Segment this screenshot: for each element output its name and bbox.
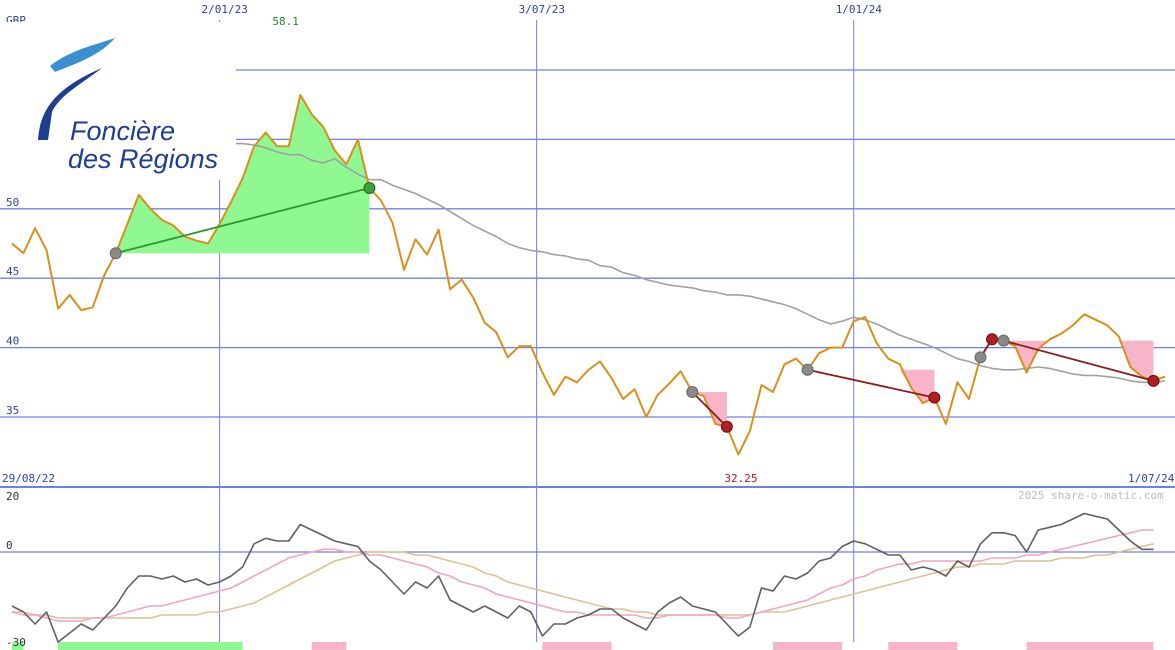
y-tick-label: 50 xyxy=(6,196,19,209)
histogram-loss-bar xyxy=(311,642,347,650)
company-logo: Foncière des Régions xyxy=(0,22,236,180)
oscillator-panel xyxy=(0,512,1175,650)
range-end-label: 1/07/24 xyxy=(1128,472,1175,485)
top-date-label: 2/01/23 xyxy=(202,3,248,16)
y-tick-label: 35 xyxy=(6,404,19,417)
trade-exit-marker xyxy=(720,420,733,433)
y-tick-label: 45 xyxy=(6,265,19,278)
histogram-gain-bar xyxy=(58,642,243,650)
trade-exit-marker xyxy=(1147,374,1160,387)
max-value-annotation: 58.1 xyxy=(272,15,299,28)
trade-entry-marker xyxy=(801,363,814,376)
osc-tick-label: 20 xyxy=(6,490,19,503)
histogram-loss-bar xyxy=(888,642,958,650)
trade-entry-marker xyxy=(686,386,699,399)
histogram-loss-bar xyxy=(772,642,843,650)
logo-line-2: des Régions xyxy=(68,144,218,174)
min-value-annotation: 32.25 xyxy=(724,472,757,485)
stock-chart: 3540455055602/01/233/07/231/01/24GBP29/0… xyxy=(0,3,1175,650)
osc-tick-label: -30 xyxy=(6,636,26,649)
trade-entry-marker xyxy=(997,334,1010,347)
oscillator-line xyxy=(11,512,1154,643)
trade-exit-marker xyxy=(363,181,376,194)
top-date-label: 1/01/24 xyxy=(836,3,883,16)
range-start-label: 29/08/22 xyxy=(2,472,55,485)
histogram-loss-bar xyxy=(1026,642,1154,650)
logo-line-1: Foncière xyxy=(70,116,175,146)
trade-entry-marker xyxy=(109,247,122,260)
osc-tick-label: 0 xyxy=(6,539,13,552)
trade-exit-marker xyxy=(986,333,999,346)
trade-fills xyxy=(115,95,1154,427)
histogram-loss-bar xyxy=(542,642,612,650)
trade-exit-marker xyxy=(928,391,941,404)
chart-container: 3540455055602/01/233/07/231/01/24GBP29/0… xyxy=(0,0,1175,650)
osc-fast-signal-line xyxy=(11,529,1154,622)
top-date-label: 3/07/23 xyxy=(519,3,565,16)
y-tick-label: 40 xyxy=(6,335,19,348)
trade-entry-marker xyxy=(974,351,987,364)
watermark: 2025 share-o-matic.com xyxy=(1018,489,1164,502)
